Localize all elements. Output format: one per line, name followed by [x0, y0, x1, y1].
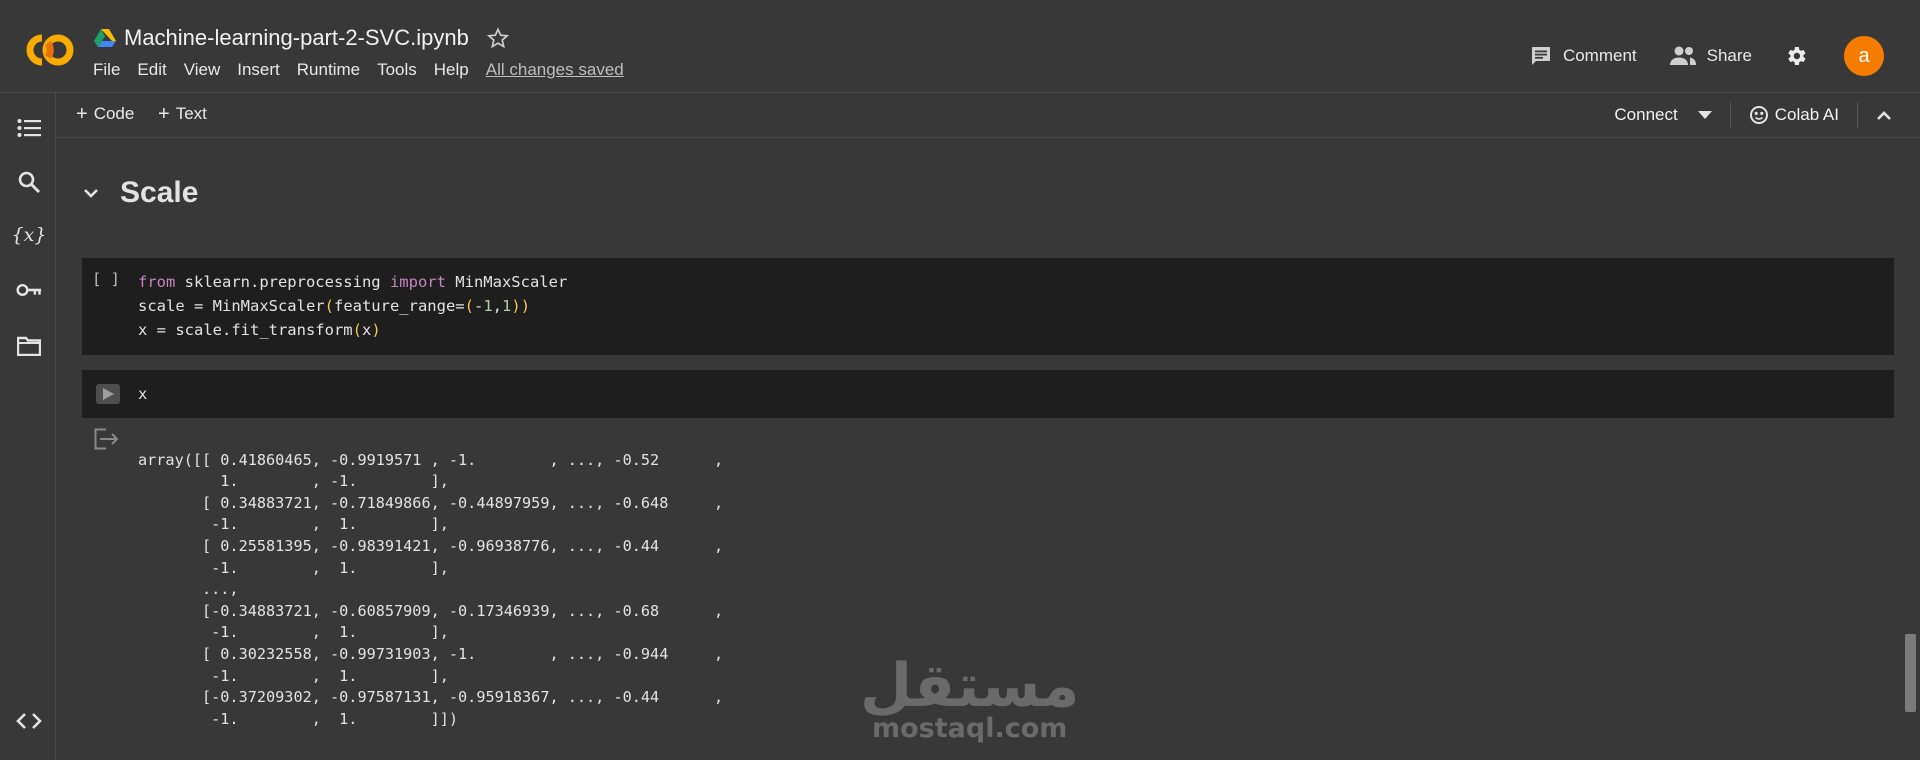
menu-tools[interactable]: Tools [377, 60, 417, 80]
menu-insert[interactable]: Insert [237, 60, 280, 80]
connect-label: Connect [1614, 105, 1678, 124]
menu-view[interactable]: View [184, 60, 221, 80]
comment-label: Comment [1562, 46, 1637, 65]
table-of-contents-icon[interactable] [16, 115, 42, 141]
code-snippets-icon[interactable] [16, 708, 42, 734]
output-line: array([[ 0.41860465, -0.9919571 , -1. , … [138, 450, 724, 469]
notebook-title[interactable]: Machine-learning-part-2-SVC.ipynb [124, 25, 469, 51]
key-icon[interactable] [16, 277, 42, 303]
plus-icon: + [76, 102, 88, 125]
share-label: Share [1706, 46, 1752, 65]
add-code-label: Code [93, 104, 135, 123]
caret-down-icon[interactable] [1697, 111, 1712, 119]
google-drive-icon[interactable] [94, 28, 116, 48]
menu-runtime[interactable]: Runtime [297, 60, 360, 80]
code-line: x = scale.fit_transform(x) [138, 321, 381, 339]
output-line: -1. , 1. ], [138, 515, 449, 534]
colab-ai-button[interactable]: Colab AI [1749, 105, 1839, 125]
colab-logo[interactable] [22, 30, 78, 70]
section-header: Scale [82, 176, 198, 210]
settings-button[interactable] [1784, 44, 1818, 68]
code-cell[interactable]: [ ] from sklearn.preprocessing import Mi… [82, 258, 1894, 355]
plus-icon: + [158, 102, 170, 125]
code-line: scale = MinMaxScaler(feature_range=(-1,1… [138, 297, 531, 315]
watermark: مستقل mostaql.com [860, 655, 1079, 744]
app-header: Machine-learning-part-2-SVC.ipynb File E… [0, 0, 1920, 93]
code-editor[interactable]: from sklearn.preprocessing import MinMax… [138, 270, 567, 342]
output-line: [ 0.34883721, -0.71849866, -0.44897959, … [138, 493, 724, 512]
menu-bar: File Edit View Insert Runtime Tools Help… [93, 60, 641, 80]
toolbar-divider [1857, 102, 1858, 128]
output-line: [ 0.30232558, -0.99731903, -1. , ..., -0… [138, 644, 724, 663]
add-text-button[interactable]: + Text [158, 104, 207, 124]
add-code-button[interactable]: + Code [76, 104, 134, 124]
output-line: 1. , -1. ], [138, 472, 449, 491]
variables-icon[interactable]: {x} [12, 222, 47, 248]
menu-edit[interactable]: Edit [137, 60, 166, 80]
share-button[interactable]: Share [1669, 45, 1752, 67]
people-icon [1669, 46, 1696, 65]
chevron-up-icon[interactable] [1876, 110, 1892, 120]
comment-icon [1531, 47, 1550, 65]
star-icon[interactable] [486, 27, 509, 49]
output-line: [-0.37209302, -0.97587131, -0.95918367, … [138, 688, 724, 707]
output-line: ..., [138, 580, 239, 599]
left-sidebar: {x} [0, 93, 56, 760]
output-line: -1. , 1. ], [138, 623, 449, 642]
connect-button[interactable]: Connect [1614, 105, 1712, 125]
colab-ai-icon [1749, 106, 1768, 124]
watermark-arabic: مستقل [860, 651, 1080, 721]
section-title: Scale [120, 176, 199, 209]
comment-button[interactable]: Comment [1529, 44, 1637, 68]
menu-file[interactable]: File [93, 60, 120, 80]
watermark-latin: mostaql.com [872, 713, 1068, 744]
notebook-toolbar: + Code + Text Connect Colab AI [56, 93, 1920, 138]
menu-help[interactable]: Help [434, 60, 469, 80]
scrollbar-thumb[interactable] [1905, 634, 1916, 712]
add-text-label: Text [175, 104, 207, 123]
output-line: -1. , 1. ], [138, 558, 449, 577]
search-icon[interactable] [16, 169, 42, 195]
run-cell-button[interactable]: [ ] [92, 270, 120, 288]
run-cell-icon[interactable] [95, 383, 121, 405]
output-line: [ 0.25581395, -0.98391421, -0.96938776, … [138, 536, 724, 555]
code-cell[interactable]: x [82, 370, 1894, 418]
toolbar-divider [1729, 102, 1731, 128]
output-line: [-0.34883721, -0.60857909, -0.17346939, … [138, 601, 724, 620]
output-line: -1. , 1. ]]) [138, 709, 459, 728]
user-avatar[interactable]: a [1844, 36, 1884, 76]
output-icon[interactable] [94, 428, 120, 450]
chevron-down-icon[interactable] [82, 187, 100, 199]
code-line: from sklearn.preprocessing import MinMax… [138, 273, 568, 291]
colab-ai-label: Colab AI [1774, 105, 1839, 124]
gear-icon [1788, 47, 1806, 65]
cell-output: array([[ 0.41860465, -0.9919571 , -1. , … [138, 428, 723, 752]
folder-icon[interactable] [16, 333, 42, 359]
save-status-link[interactable]: All changes saved [486, 60, 624, 80]
output-line: -1. , 1. ], [138, 666, 449, 685]
code-line[interactable]: x [138, 382, 147, 406]
